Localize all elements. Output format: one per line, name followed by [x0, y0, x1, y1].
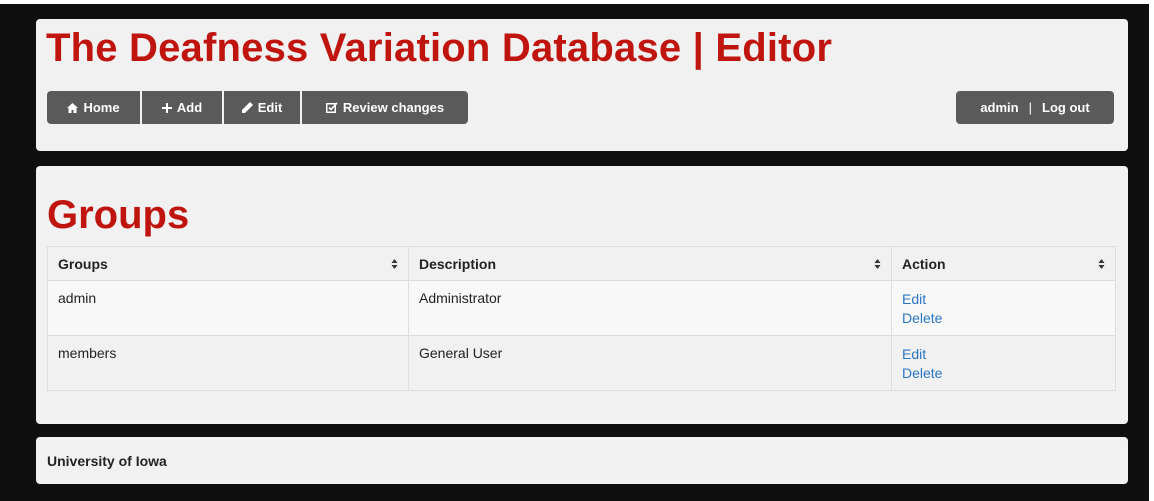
page-title: Groups: [47, 193, 190, 237]
review-changes-button[interactable]: Review changes: [302, 91, 468, 124]
footer-panel: University of Iowa: [36, 437, 1128, 484]
sort-icon: [1098, 259, 1105, 269]
group-name-cell: members: [47, 335, 409, 391]
review-changes-label: Review changes: [342, 100, 445, 115]
edit-group-link[interactable]: Edit: [902, 290, 1105, 309]
user-menu-separator: |: [1028, 100, 1033, 115]
main-panel: Groups Groups Description Action admin A…: [36, 166, 1128, 424]
main-nav: Home Add Edit Review changes: [47, 91, 468, 124]
group-name-cell: admin: [47, 280, 409, 336]
sort-icon: [391, 259, 398, 269]
table-header-row: Groups Description Action: [47, 246, 1116, 281]
groups-table: Groups Description Action admin Administ…: [47, 246, 1116, 391]
add-button[interactable]: Add: [142, 91, 222, 124]
column-header-description[interactable]: Description: [408, 246, 892, 281]
column-header-groups[interactable]: Groups: [47, 246, 409, 281]
edit-button-label: Edit: [257, 100, 283, 115]
site-title: The Deafness Variation Database | Editor: [46, 26, 833, 70]
logout-link[interactable]: Log out: [1042, 100, 1090, 115]
table-row: members General User Edit Delete: [47, 335, 1116, 391]
edit-group-link[interactable]: Edit: [902, 345, 1105, 364]
user-menu: admin | Log out: [956, 91, 1114, 124]
add-button-label: Add: [176, 100, 203, 115]
home-icon: [67, 102, 79, 113]
pencil-icon: [241, 102, 253, 113]
home-button[interactable]: Home: [47, 91, 140, 124]
delete-group-link[interactable]: Delete: [902, 309, 1105, 328]
table-row: admin Administrator Edit Delete: [47, 280, 1116, 336]
group-description-cell: General User: [408, 335, 892, 391]
delete-group-link[interactable]: Delete: [902, 364, 1105, 383]
header-panel: The Deafness Variation Database | Editor…: [36, 19, 1128, 151]
group-description-cell: Administrator: [408, 280, 892, 336]
sort-icon: [874, 259, 881, 269]
group-action-cell: Edit Delete: [891, 335, 1116, 391]
plus-icon: [161, 102, 172, 113]
footer-text: University of Iowa: [47, 453, 167, 469]
group-action-cell: Edit Delete: [891, 280, 1116, 336]
username-link[interactable]: admin: [980, 100, 1018, 115]
home-button-label: Home: [83, 100, 120, 115]
edit-button[interactable]: Edit: [224, 91, 300, 124]
check-square-icon: [325, 102, 338, 113]
page-background: The Deafness Variation Database | Editor…: [0, 4, 1149, 501]
column-header-action[interactable]: Action: [891, 246, 1116, 281]
